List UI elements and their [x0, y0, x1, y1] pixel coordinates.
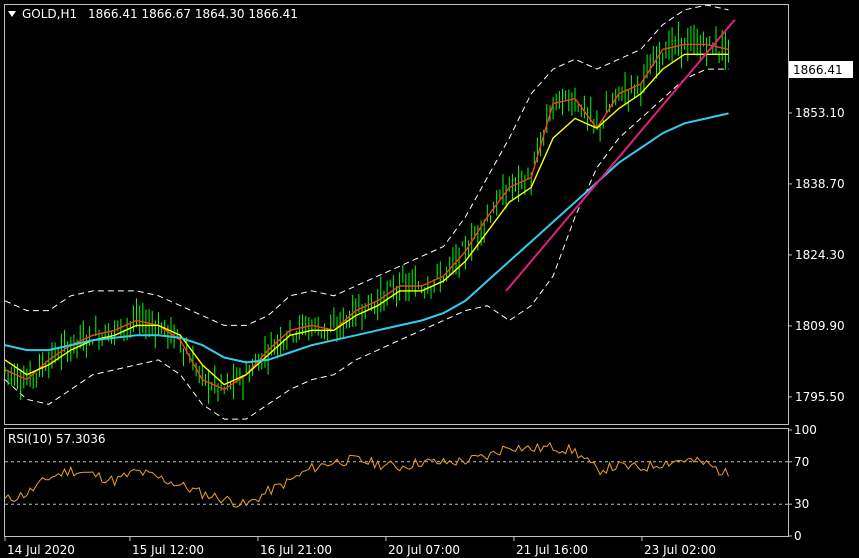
rsi-tick-label: 100 — [794, 423, 817, 437]
rsi-label: RSI(10) 57.3036 — [8, 432, 106, 446]
price-axis: 1853.10 1838.70 1824.30 1809.90 1795.50 — [788, 106, 845, 404]
main-plot-frame — [4, 4, 789, 425]
rsi-plot-frame — [4, 428, 789, 537]
price-tick-label: 1809.90 — [795, 319, 845, 333]
rsi-tick-label: 70 — [794, 455, 809, 469]
time-tick-label: 16 Jul 21:00 — [260, 543, 332, 557]
last-price-badge: 1866.41 — [793, 63, 843, 77]
price-tick-label: 1838.70 — [795, 177, 845, 191]
rsi-line — [4, 441, 729, 508]
time-tick-label: 15 Jul 12:00 — [132, 543, 204, 557]
collapse-triangle-icon[interactable] — [8, 11, 16, 17]
price-tick-label: 1853.10 — [795, 106, 845, 120]
time-axis: 14 Jul 2020 15 Jul 12:00 16 Jul 21:00 20 Ju… — [4, 536, 716, 557]
rsi-tick-label: 0 — [794, 529, 802, 543]
ma-slow-line — [4, 112, 729, 364]
envelope-bands — [4, 4, 729, 420]
lower-band-line — [4, 68, 729, 420]
time-tick-label: 14 Jul 2020 — [7, 543, 75, 557]
ohlc-label: 1866.41 1866.67 1864.30 1866.41 — [88, 7, 298, 21]
chart-canvas: 1853.10 1838.70 1824.30 1809.90 1795.50 100 7… — [4, 4, 853, 557]
time-tick-label: 21 Jul 16:00 — [516, 543, 588, 557]
symbol-label: GOLD,H1 — [22, 7, 77, 21]
time-tick-label: 23 Jul 02:00 — [644, 543, 716, 557]
price-tick-label: 1824.30 — [795, 248, 845, 262]
rsi-tick-label: 30 — [794, 497, 809, 511]
ma-mid-line — [4, 53, 729, 386]
upper-band-line — [4, 4, 729, 326]
rsi-axis: 100 70 30 0 — [788, 423, 817, 543]
rsi-indicator — [4, 441, 788, 508]
price-tick-label: 1795.50 — [795, 390, 845, 404]
candles — [4, 22, 729, 404]
time-tick-label: 20 Jul 07:00 — [388, 543, 460, 557]
moving-averages — [4, 43, 729, 391]
